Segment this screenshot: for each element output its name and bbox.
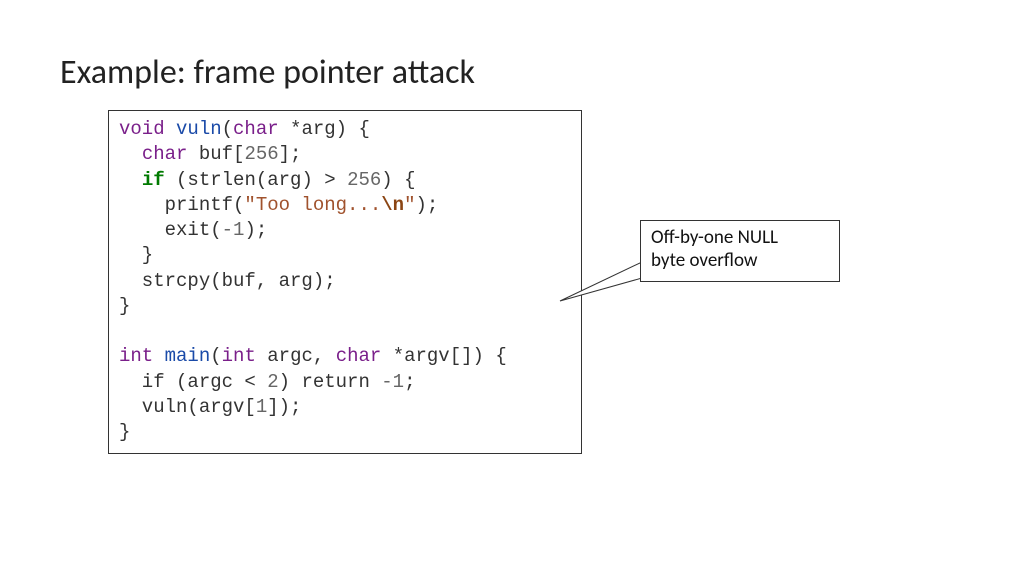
code-token: ; [404,371,415,393]
code-token: ); [415,194,438,216]
code-token [153,345,164,367]
code-token: vuln [176,118,222,140]
slide-title: Example: frame pointer attack [60,52,475,93]
code-token: "Too long... [244,194,381,216]
code-token [165,118,176,140]
code-token: } [119,244,153,266]
code-token: (strlen(arg) > [165,169,347,191]
code-token: void [119,118,165,140]
code-token: vuln(argv[ [119,396,256,418]
callout-annotation: Off-by-one NULL byte overflow [640,220,840,282]
code-token: char [336,345,382,367]
code-token: int [119,345,153,367]
code-token: \n [381,194,404,216]
code-token: if (argc < [119,371,267,393]
code-token: 1 [256,396,267,418]
code-token: if [142,169,165,191]
callout-line: byte overflow [651,250,829,273]
code-token: " [404,194,415,216]
code-token: -1 [222,219,245,241]
code-token: -1 [381,371,404,393]
callout-arrow-icon [560,256,650,306]
code-token: printf( [119,194,244,216]
code-token: ]; [279,143,302,165]
code-listing: void vuln(char *arg) { char buf[256]; if… [108,110,582,454]
code-token: strcpy(buf, arg); [119,270,336,292]
code-token [119,169,142,191]
code-token: 2 [267,371,278,393]
code-token: argc, [256,345,336,367]
code-token: main [165,345,211,367]
code-token: *arg) { [279,118,370,140]
code-token: ]); [267,396,301,418]
code-token: ); [244,219,267,241]
code-token: } [119,421,130,443]
code-token: char [233,118,279,140]
code-token: ) return [279,371,382,393]
callout-line: Off-by-one NULL [651,227,829,250]
code-token: ( [222,118,233,140]
code-token [119,143,142,165]
code-token: } [119,295,130,317]
code-token: ) { [381,169,415,191]
code-token: 256 [244,143,278,165]
code-token: ( [210,345,221,367]
code-token: exit( [119,219,222,241]
code-token: char [142,143,188,165]
code-token: 256 [347,169,381,191]
code-token: int [222,345,256,367]
code-token: buf[ [187,143,244,165]
code-token: *argv[]) { [381,345,506,367]
